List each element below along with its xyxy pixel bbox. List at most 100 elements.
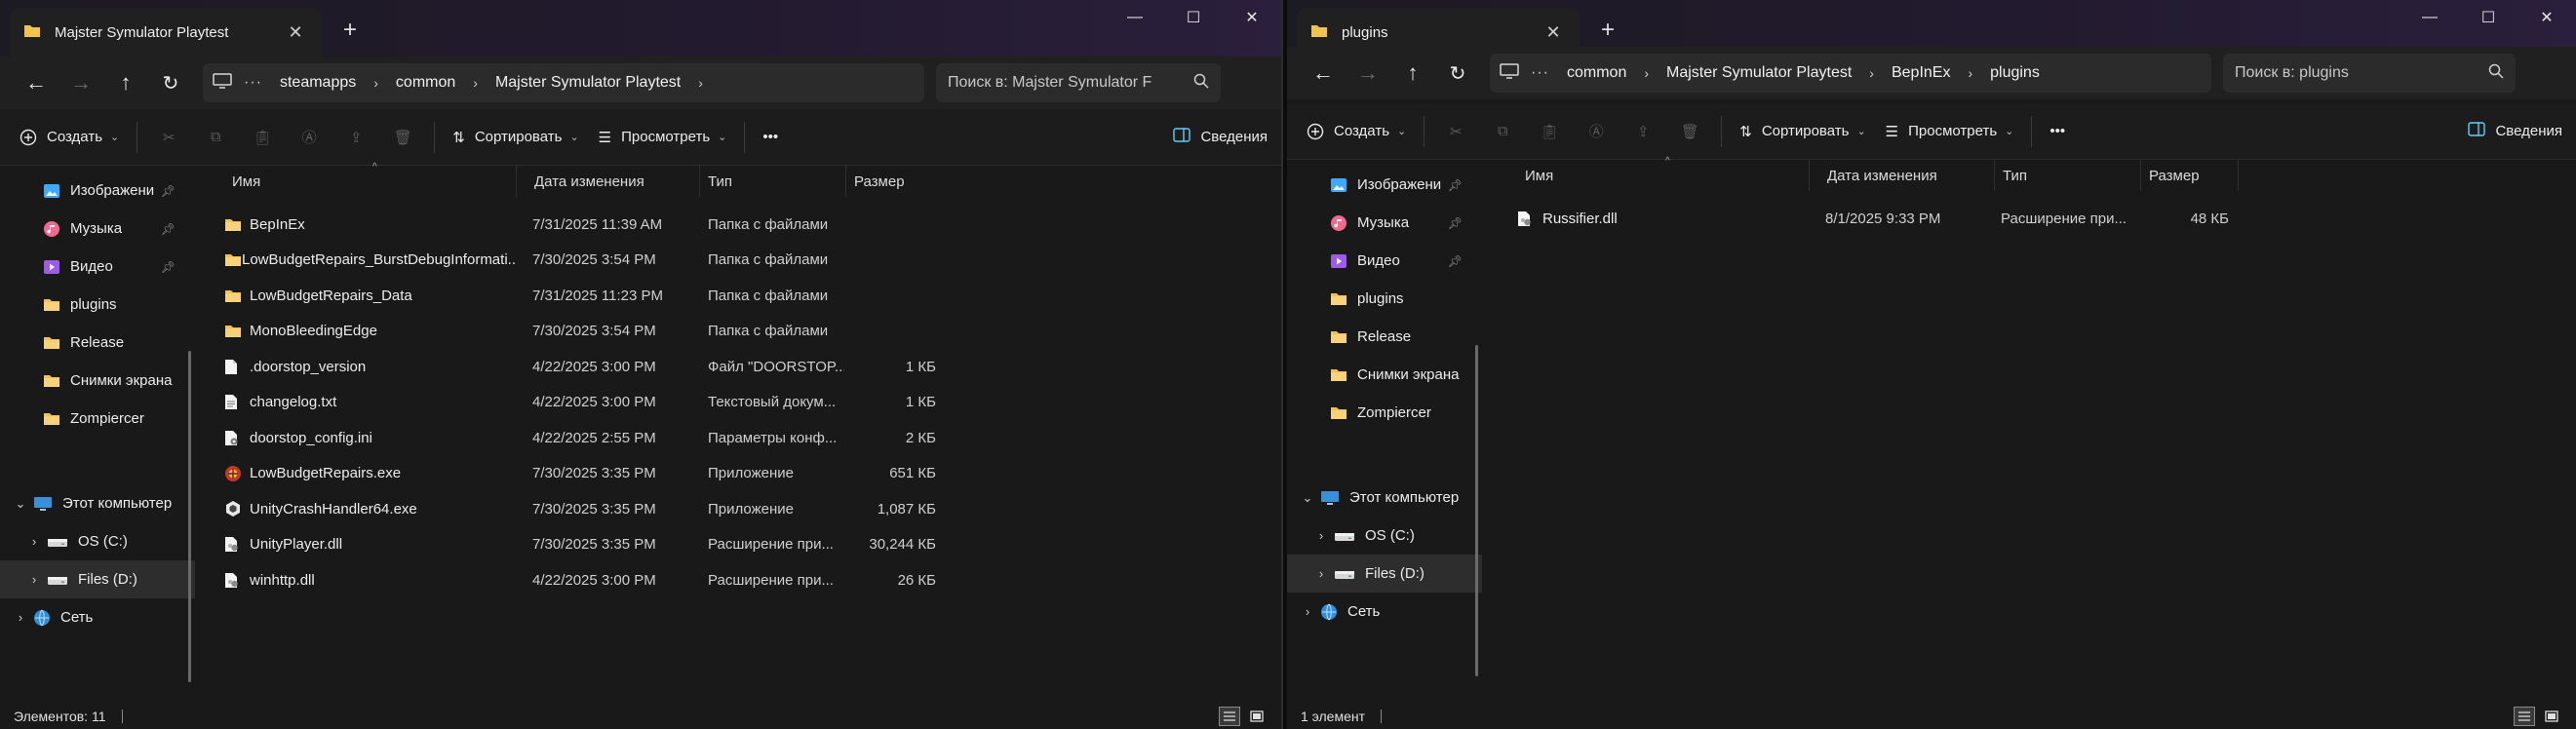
file-row[interactable]: BepInEx 7/31/2025 11:39 AM Папка с файла… xyxy=(201,207,961,242)
more-button[interactable]: ••• xyxy=(2040,112,2075,151)
chevron-right-icon[interactable]: › xyxy=(1644,65,1649,81)
file-name-cell[interactable]: winhttp.dll xyxy=(224,572,517,589)
quick-access-item[interactable]: Видео 📌︎ xyxy=(0,248,195,286)
file-name-cell[interactable]: LowBudgetRepairs.exe xyxy=(224,465,517,482)
quick-access-item[interactable]: Музыка 📌︎ xyxy=(0,210,195,248)
breadcrumb-item[interactable]: common xyxy=(396,74,455,92)
sort-button[interactable]: ⇅ Сортировать ⌄ xyxy=(443,118,588,157)
back-button[interactable]: ← xyxy=(1301,54,1346,93)
quick-access-item[interactable]: Изображени 📌︎ xyxy=(1287,166,1482,204)
column-header-name[interactable]: Имя xyxy=(224,166,517,197)
file-row[interactable]: MonoBleedingEdge 7/30/2025 3:54 PM Папка… xyxy=(201,314,961,349)
maximize-button[interactable]: ☐ xyxy=(1164,0,1223,35)
forward-button[interactable]: → xyxy=(1346,54,1390,93)
file-name-cell[interactable]: MonoBleedingEdge xyxy=(224,323,517,339)
tiles-view-icon[interactable] xyxy=(1246,707,1268,726)
address-bar[interactable]: ··· steamapps › common › Majster Symulat… xyxy=(203,63,924,102)
tree-item[interactable]: ⌄ Этот компьютер xyxy=(1287,479,1482,517)
cut-button[interactable]: ✂ xyxy=(145,118,192,157)
file-row[interactable]: LowBudgetRepairs.exe 7/30/2025 3:35 PM П… xyxy=(201,456,961,491)
view-button[interactable]: ☰ Просмотреть ⌄ xyxy=(589,118,737,157)
share-button[interactable]: ⇪ xyxy=(332,118,379,157)
copy-button[interactable]: ⧉ xyxy=(192,118,239,157)
file-name-cell[interactable]: changelog.txt xyxy=(224,394,517,410)
tree-item[interactable]: › OS (C:) xyxy=(0,522,195,560)
rename-button[interactable]: Ⓐ xyxy=(1573,112,1620,151)
column-header-type[interactable]: Тип xyxy=(700,166,846,197)
new-tab-button[interactable]: + xyxy=(1591,14,1624,47)
column-header-size[interactable]: Размер xyxy=(2141,160,2239,191)
minimize-button[interactable]: — xyxy=(2400,0,2459,35)
details-view-icon[interactable] xyxy=(1219,707,1240,726)
refresh-button[interactable]: ↻ xyxy=(148,63,193,102)
minimize-button[interactable]: — xyxy=(1106,0,1164,35)
file-row[interactable]: doorstop_config.ini 4/22/2025 2:55 PM Па… xyxy=(201,420,961,455)
search-input[interactable]: Поиск в: plugins xyxy=(2223,54,2516,93)
close-tab-icon[interactable]: ✕ xyxy=(283,22,308,43)
file-name-cell[interactable]: LowBudgetRepairs_Data xyxy=(224,288,517,304)
details-button[interactable]: Сведения xyxy=(1173,128,1281,146)
chevron-down-icon[interactable]: ⌄ xyxy=(1295,490,1320,506)
file-row[interactable]: changelog.txt 4/22/2025 3:00 PM Текстовы… xyxy=(201,385,961,420)
chevron-right-icon[interactable]: › xyxy=(698,75,703,91)
rename-button[interactable]: Ⓐ xyxy=(286,118,332,157)
breadcrumb-item[interactable]: common xyxy=(1567,64,1626,82)
tree-item[interactable]: › Сеть xyxy=(1287,593,1482,631)
column-header-date[interactable]: Дата изменения xyxy=(527,166,700,197)
column-header-size[interactable]: Размер xyxy=(846,166,944,197)
quick-access-item[interactable]: Release xyxy=(1287,318,1482,356)
quick-access-item[interactable]: Zompiercer xyxy=(1287,394,1482,432)
chevron-right-icon[interactable]: › xyxy=(8,610,33,625)
sort-button[interactable]: ⇅ Сортировать ⌄ xyxy=(1730,112,1875,151)
file-name-cell[interactable]: doorstop_config.ini xyxy=(224,430,517,446)
breadcrumb-item[interactable]: steamapps xyxy=(280,74,356,92)
column-header-type[interactable]: Тип xyxy=(1995,160,2141,191)
chevron-right-icon[interactable]: › xyxy=(21,572,47,587)
quick-access-item[interactable]: Снимки экрана xyxy=(1287,356,1482,394)
share-button[interactable]: ⇪ xyxy=(1620,112,1666,151)
new-tab-button[interactable]: + xyxy=(333,14,367,47)
chevron-right-icon[interactable]: › xyxy=(1308,528,1334,543)
file-name-cell[interactable]: UnityCrashHandler64.exe xyxy=(224,500,517,518)
details-view-icon[interactable] xyxy=(2514,707,2535,726)
chevron-right-icon[interactable]: › xyxy=(1295,604,1320,619)
refresh-button[interactable]: ↻ xyxy=(1435,54,1480,93)
paste-button[interactable]: 📋︎ xyxy=(239,118,286,157)
file-row[interactable]: winhttp.dll 4/22/2025 3:00 PM Расширение… xyxy=(201,562,961,597)
details-button[interactable]: Сведения xyxy=(2468,122,2576,140)
close-window-button[interactable]: ✕ xyxy=(1223,0,1281,35)
file-name-cell[interactable]: Russifier.dll xyxy=(1517,211,1810,227)
tree-item[interactable]: › Files (D:) xyxy=(1287,555,1482,593)
address-bar[interactable]: ··· common › Majster Symulator Playtest … xyxy=(1490,54,2211,93)
chevron-right-icon[interactable]: › xyxy=(1869,65,1874,81)
search-input[interactable]: Поиск в: Majster Symulator F xyxy=(936,63,1221,102)
quick-access-item[interactable]: plugins xyxy=(1287,280,1482,318)
file-row[interactable]: UnityCrashHandler64.exe 7/30/2025 3:35 P… xyxy=(201,491,961,526)
copy-button[interactable]: ⧉ xyxy=(1479,112,1526,151)
back-button[interactable]: ← xyxy=(14,63,59,102)
chevron-right-icon[interactable]: › xyxy=(21,534,47,549)
chevron-right-icon[interactable]: › xyxy=(473,75,478,91)
file-name-cell[interactable]: BepInEx xyxy=(224,216,517,233)
forward-button[interactable]: → xyxy=(59,63,103,102)
quick-access-item[interactable]: Release xyxy=(0,324,195,362)
close-tab-icon[interactable]: ✕ xyxy=(1541,22,1566,43)
quick-access-item[interactable]: plugins xyxy=(0,286,195,324)
quick-access-item[interactable]: Видео 📌︎ xyxy=(1287,242,1482,280)
tree-item[interactable]: › Files (D:) xyxy=(0,560,195,598)
up-button[interactable]: ↑ xyxy=(1390,54,1435,93)
breadcrumb-item[interactable]: Majster Symulator Playtest xyxy=(495,74,681,92)
overflow-dots-icon[interactable]: ··· xyxy=(1531,64,1549,82)
maximize-button[interactable]: ☐ xyxy=(2459,0,2517,35)
quick-access-item[interactable]: Снимки экрана xyxy=(0,362,195,400)
tree-item[interactable]: ⌄ Этот компьютер xyxy=(0,484,195,522)
more-button[interactable]: ••• xyxy=(753,118,788,157)
delete-button[interactable]: 🗑︎ xyxy=(1666,112,1713,151)
up-button[interactable]: ↑ xyxy=(103,63,148,102)
chevron-down-icon[interactable]: ⌄ xyxy=(8,496,33,512)
paste-button[interactable]: 📋︎ xyxy=(1526,112,1573,151)
breadcrumb-item[interactable]: Majster Symulator Playtest xyxy=(1666,64,1852,82)
column-header-name[interactable]: Имя xyxy=(1517,160,1810,191)
chevron-right-icon[interactable]: › xyxy=(1968,65,1972,81)
tab-majster-symulator[interactable]: Majster Symulator Playtest ✕ xyxy=(10,8,322,57)
